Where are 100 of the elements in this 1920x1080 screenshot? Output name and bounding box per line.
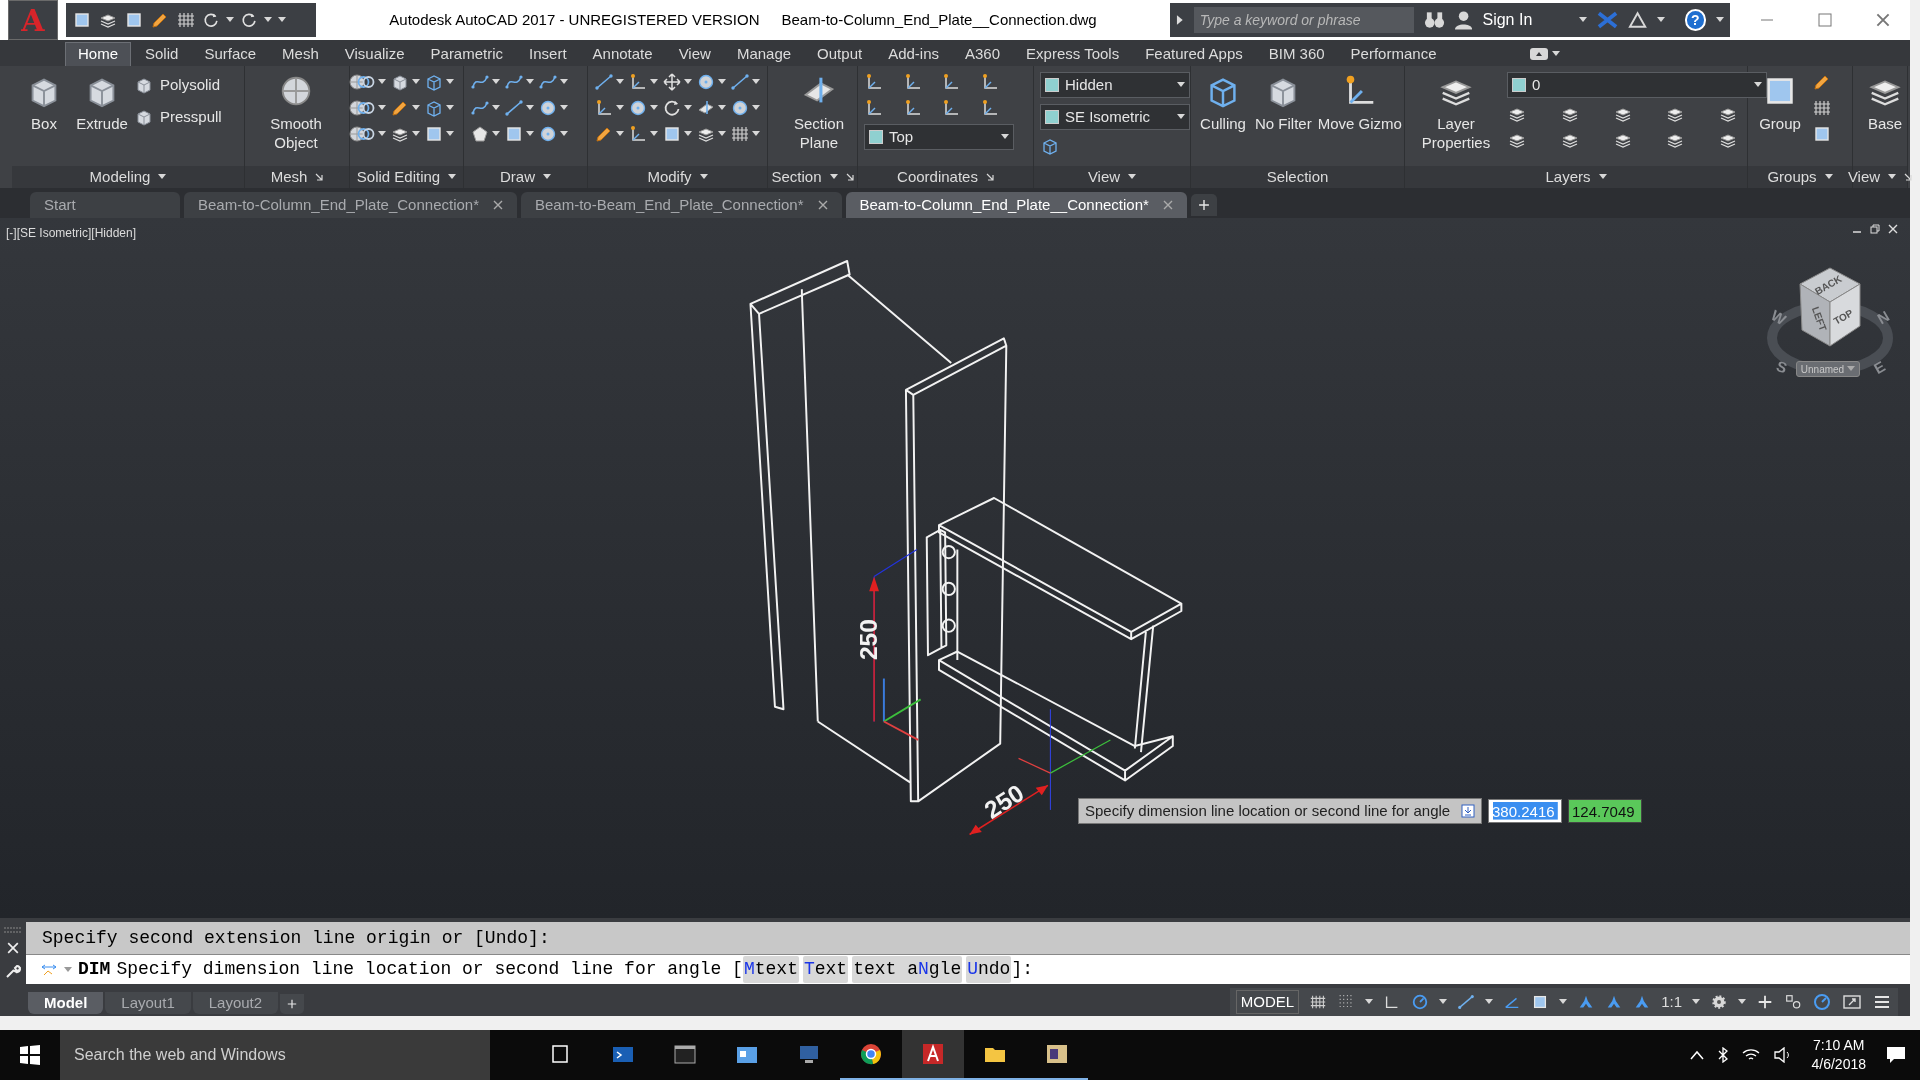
ribbon-dropdown[interactable]: Top [864, 124, 1014, 150]
plus-icon[interactable] [286, 998, 299, 1010]
file-tab[interactable]: Beam-to-Column_End_Plate__Connection* [845, 192, 1187, 218]
sphere-icon[interactable] [347, 98, 367, 118]
help-button[interactable]: ? [1684, 9, 1706, 31]
caret-icon[interactable] [1485, 999, 1494, 1005]
launcher-arrow-icon[interactable] [985, 173, 994, 181]
ribbon-tool-button[interactable]: Smooth Object [251, 72, 341, 152]
file-tab[interactable]: Beam-to-Beam_End_Plate_Connection* [521, 192, 842, 218]
caret-icon[interactable] [718, 105, 726, 111]
compass-letter[interactable]: S [1774, 357, 1790, 377]
ribbon-tab[interactable]: Surface [192, 42, 269, 66]
compass-letter[interactable]: N [1874, 307, 1893, 328]
caret-icon[interactable] [526, 131, 534, 137]
file-tab[interactable]: Start [30, 192, 180, 218]
annotation-scale-button[interactable]: 1:1 [1661, 990, 1682, 1014]
circle-icon[interactable] [730, 98, 750, 118]
panel-title[interactable]: Selection [1266, 165, 1329, 189]
caret-icon[interactable] [378, 131, 386, 137]
caret-icon[interactable] [492, 131, 500, 137]
binoculars-icon[interactable] [1424, 11, 1446, 29]
caret-icon[interactable] [829, 174, 838, 180]
caret-icon[interactable] [684, 105, 692, 111]
compass-letter[interactable]: E [1870, 357, 1888, 378]
caret-icon[interactable] [650, 79, 658, 85]
user-icon[interactable] [1455, 10, 1473, 30]
ribbon-tab[interactable]: Output [805, 42, 875, 66]
close-icon[interactable] [1876, 13, 1890, 27]
caret-icon[interactable] [492, 79, 500, 85]
caret-icon[interactable] [1824, 174, 1833, 180]
pentagon-icon[interactable] [470, 124, 490, 144]
circle-icon[interactable] [1411, 993, 1430, 1011]
ribbon-dropdown[interactable]: Hidden [1040, 72, 1190, 98]
caret-icon[interactable] [378, 79, 386, 85]
command-option[interactable]: text aNgle [852, 956, 963, 983]
ribbon-tab[interactable]: Parametric [418, 42, 516, 66]
caret-icon[interactable] [752, 79, 760, 85]
caret-icon[interactable] [1001, 134, 1009, 140]
ribbon-tab[interactable]: Home [65, 42, 131, 66]
expand-arrow-icon[interactable] [1176, 15, 1184, 25]
panel-title[interactable]: Layers [1545, 165, 1591, 189]
rotate-icon[interactable] [662, 98, 682, 118]
caret-icon[interactable] [684, 79, 692, 85]
caret-icon[interactable] [560, 79, 568, 85]
caret-icon[interactable] [446, 105, 454, 111]
panel-title[interactable]: Groups [1767, 165, 1817, 189]
grid-icon[interactable] [176, 10, 196, 30]
file-tab[interactable]: Beam-to-Column_End_Plate_Connection* [184, 192, 517, 218]
close-icon[interactable] [817, 200, 828, 210]
panel-title[interactable]: Mesh [270, 165, 308, 189]
ribbon-tool-button[interactable]: Culling [1197, 72, 1249, 133]
launcher-arrow-icon[interactable] [845, 173, 854, 181]
layout-tab[interactable]: Layout2 [192, 992, 279, 1014]
square-icon[interactable] [662, 124, 682, 144]
fullscreen-icon[interactable] [1842, 992, 1862, 1012]
caret-icon[interactable] [684, 131, 692, 137]
caret-icon[interactable] [752, 131, 760, 137]
axes-icon[interactable] [628, 124, 648, 144]
ribbon-dropdown[interactable]: SE Isometric [1040, 104, 1190, 130]
command-option[interactable]: Undo [966, 956, 1012, 983]
notification-icon[interactable] [1886, 1046, 1906, 1064]
ribbon-tab[interactable]: Add-ins [876, 42, 951, 66]
ribbon-tab[interactable]: A360 [953, 42, 1013, 66]
viewcube-drawing[interactable] [1799, 267, 1861, 347]
command-option[interactable]: Text [802, 956, 849, 983]
speaker-icon[interactable] [1773, 1047, 1792, 1063]
caret-icon[interactable] [560, 131, 568, 137]
ribbon-tab[interactable]: Performance [1338, 42, 1449, 66]
caret-icon[interactable] [526, 79, 534, 85]
caret-icon[interactable] [718, 79, 726, 85]
caret-icon[interactable] [718, 131, 726, 137]
viewport-label[interactable]: [-][SE Isometric][Hidden] [6, 224, 137, 242]
shapes-icon[interactable] [1784, 993, 1802, 1011]
sphere-icon[interactable] [347, 124, 367, 144]
caret-icon[interactable] [448, 174, 457, 180]
caret-icon[interactable] [1716, 17, 1724, 23]
download-icon[interactable] [1461, 804, 1475, 818]
caret-icon[interactable] [446, 79, 454, 85]
ribbon-tab[interactable]: Mesh [270, 42, 331, 66]
ribbon-tool-button[interactable]: Polysolid [134, 72, 222, 98]
caret-icon[interactable] [1365, 999, 1374, 1005]
caret-icon[interactable] [1128, 174, 1137, 180]
panel-title[interactable]: View [1087, 165, 1121, 189]
caret-icon[interactable] [1439, 999, 1448, 1005]
windows-start-icon[interactable] [20, 1045, 40, 1065]
ribbon-tool-button[interactable]: Section Plane [774, 72, 864, 152]
grip-icon[interactable] [4, 926, 22, 933]
panel-title[interactable]: Coordinates [897, 165, 978, 189]
panel-title[interactable]: Modify [647, 165, 692, 189]
caret-icon[interactable] [1177, 114, 1185, 120]
restore-icon[interactable] [1870, 224, 1880, 234]
caret-icon[interactable] [412, 131, 420, 137]
axes-icon[interactable] [941, 98, 961, 118]
caret-icon[interactable] [650, 131, 658, 137]
layout-tab[interactable]: Model [28, 992, 104, 1014]
round-logo-icon[interactable] [859, 1042, 883, 1066]
axes-icon[interactable] [628, 72, 648, 92]
circle-icon[interactable] [538, 124, 558, 144]
caret-icon[interactable] [412, 105, 420, 111]
ribbon-tool-button[interactable]: Box [18, 72, 70, 133]
